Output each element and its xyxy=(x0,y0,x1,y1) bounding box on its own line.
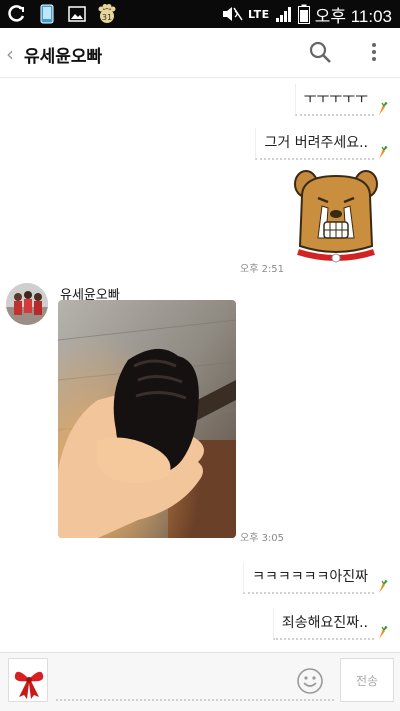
carrot-icon xyxy=(379,146,388,159)
phone-icon xyxy=(36,3,58,25)
message-time: 오후 2:51 xyxy=(240,264,285,275)
signal-icon xyxy=(275,7,291,22)
message-text: ㅜㅜㅜㅜㅜ xyxy=(294,84,374,116)
sync-icon xyxy=(6,3,28,25)
chat-header: ‹ 유세윤오빠 xyxy=(0,28,400,78)
chevron-left-icon[interactable]: ‹ xyxy=(6,42,14,66)
clock: 오후 11:03 xyxy=(314,6,392,26)
status-bar: 31 LTE 오후 11:03 xyxy=(0,0,400,28)
photo-message[interactable] xyxy=(58,300,236,538)
message-bubble[interactable]: ㅜㅜㅜㅜㅜ xyxy=(294,84,388,116)
more-vertical-icon[interactable] xyxy=(365,40,383,64)
chat-title[interactable]: 유세윤오빠 xyxy=(24,42,102,67)
input-bar: 전송 xyxy=(0,652,400,711)
calendar-day: 31 xyxy=(102,13,112,22)
message-bubble[interactable]: 죄송해요진짜.. xyxy=(272,608,388,640)
message-text: 그거 버려주세요.. xyxy=(255,128,374,160)
crying-dog-sticker[interactable] xyxy=(294,168,378,264)
message-text: 죄송해요진짜.. xyxy=(272,608,374,640)
battery-icon xyxy=(297,4,310,24)
carrot-icon xyxy=(379,102,388,115)
notification-icons: 31 xyxy=(6,3,118,25)
calendar-paw-icon: 31 xyxy=(96,3,118,25)
message-input[interactable] xyxy=(56,661,334,701)
emoji-icon[interactable] xyxy=(296,667,324,695)
send-button[interactable]: 전송 xyxy=(340,658,394,702)
message-time: 오후 3:05 xyxy=(240,533,285,544)
search-icon[interactable] xyxy=(308,40,332,64)
gallery-icon xyxy=(66,3,88,25)
message-bubble[interactable]: ㅋㅋㅋㅋㅋㅋ아진짜 xyxy=(243,562,388,594)
carrot-icon xyxy=(379,580,388,593)
message-text: ㅋㅋㅋㅋㅋㅋ아진짜 xyxy=(243,562,374,594)
gift-button[interactable] xyxy=(8,658,48,702)
carrot-icon xyxy=(379,626,388,639)
avatar[interactable] xyxy=(6,283,48,325)
mute-icon xyxy=(222,7,243,21)
gift-bow-icon xyxy=(14,671,44,699)
system-icons: LTE 오후 11:03 xyxy=(221,3,392,26)
network-type: LTE xyxy=(247,7,270,21)
message-bubble[interactable]: 그거 버려주세요.. xyxy=(255,128,388,160)
